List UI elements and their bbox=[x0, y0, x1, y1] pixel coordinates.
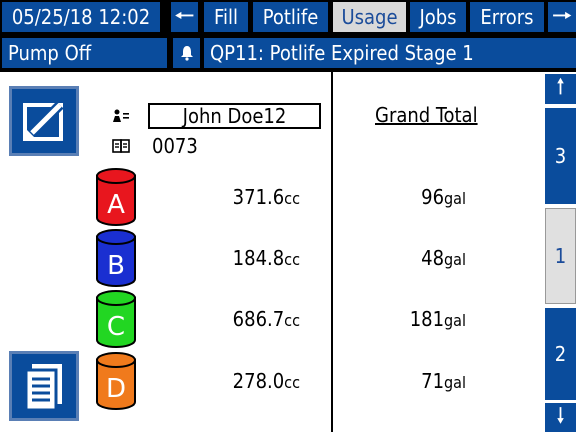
scroll-down-button[interactable]: 🠓 bbox=[545, 403, 576, 432]
unit-label: gal bbox=[444, 311, 466, 330]
job-icon bbox=[112, 139, 130, 153]
material-letter: C bbox=[107, 312, 125, 342]
next-screen-button[interactable]: 🠒 bbox=[548, 2, 576, 32]
arrow-down-icon: 🠓 bbox=[556, 402, 565, 427]
alarm-indicator bbox=[173, 38, 200, 68]
arrow-left-icon: 🠐 bbox=[174, 4, 195, 29]
material-usage: 371.6cc bbox=[232, 185, 300, 209]
material-c-icon: C bbox=[96, 290, 136, 348]
tab-potlife[interactable]: Potlife bbox=[253, 2, 328, 32]
material-letter: B bbox=[107, 251, 125, 281]
grand-total-label: Grand Total bbox=[375, 103, 478, 127]
material-grand-total: 96gal bbox=[421, 185, 466, 209]
bell-icon bbox=[180, 46, 193, 61]
user-name-field[interactable]: John Doe12 bbox=[148, 103, 321, 129]
material-letter: A bbox=[107, 190, 125, 220]
tab-usage[interactable]: Usage bbox=[333, 2, 406, 32]
user-icon bbox=[113, 109, 129, 122]
unit-label: gal bbox=[444, 189, 466, 208]
unit-label: gal bbox=[444, 250, 466, 269]
unit-label: cc bbox=[284, 189, 300, 208]
prev-screen-button[interactable]: 🠐 bbox=[171, 2, 198, 32]
tab-fill[interactable]: Fill bbox=[204, 2, 248, 32]
column-divider bbox=[331, 72, 333, 432]
material-grand-total: 71gal bbox=[421, 369, 466, 393]
side-tab-1[interactable]: 1 bbox=[545, 208, 576, 304]
arrow-right-icon: 🠒 bbox=[552, 4, 572, 29]
unit-label: gal bbox=[444, 373, 466, 392]
material-usage: 686.7cc bbox=[232, 307, 300, 331]
side-tab-3[interactable]: 3 bbox=[545, 108, 576, 204]
material-letter: D bbox=[106, 374, 126, 404]
tab-errors[interactable]: Errors bbox=[470, 2, 544, 32]
material-a-icon: A bbox=[96, 168, 136, 226]
edit-button[interactable] bbox=[9, 86, 79, 156]
datetime: 05/25/18 12:02 bbox=[2, 2, 160, 32]
pump-status: Pump Off bbox=[2, 38, 167, 68]
material-usage: 278.0cc bbox=[232, 369, 300, 393]
material-grand-total: 181gal bbox=[409, 307, 466, 331]
report-icon bbox=[24, 364, 62, 412]
job-number: 0073 bbox=[152, 134, 198, 158]
material-grand-total: 48gal bbox=[421, 246, 466, 270]
material-b-icon: B bbox=[96, 229, 136, 287]
material-usage: 184.8cc bbox=[232, 246, 300, 270]
unit-label: cc bbox=[284, 250, 300, 269]
arrow-up-icon: 🠑 bbox=[556, 74, 565, 98]
side-tab-2[interactable]: 2 bbox=[545, 308, 576, 400]
scroll-up-button[interactable]: 🠑 bbox=[545, 74, 576, 104]
report-button[interactable] bbox=[9, 351, 79, 421]
edit-icon bbox=[23, 101, 64, 141]
tab-jobs[interactable]: Jobs bbox=[410, 2, 466, 32]
unit-label: cc bbox=[284, 373, 300, 392]
unit-label: cc bbox=[284, 311, 300, 330]
material-d-icon: D bbox=[96, 352, 136, 410]
alarm-message: QP11: Potlife Expired Stage 1 bbox=[204, 38, 576, 68]
